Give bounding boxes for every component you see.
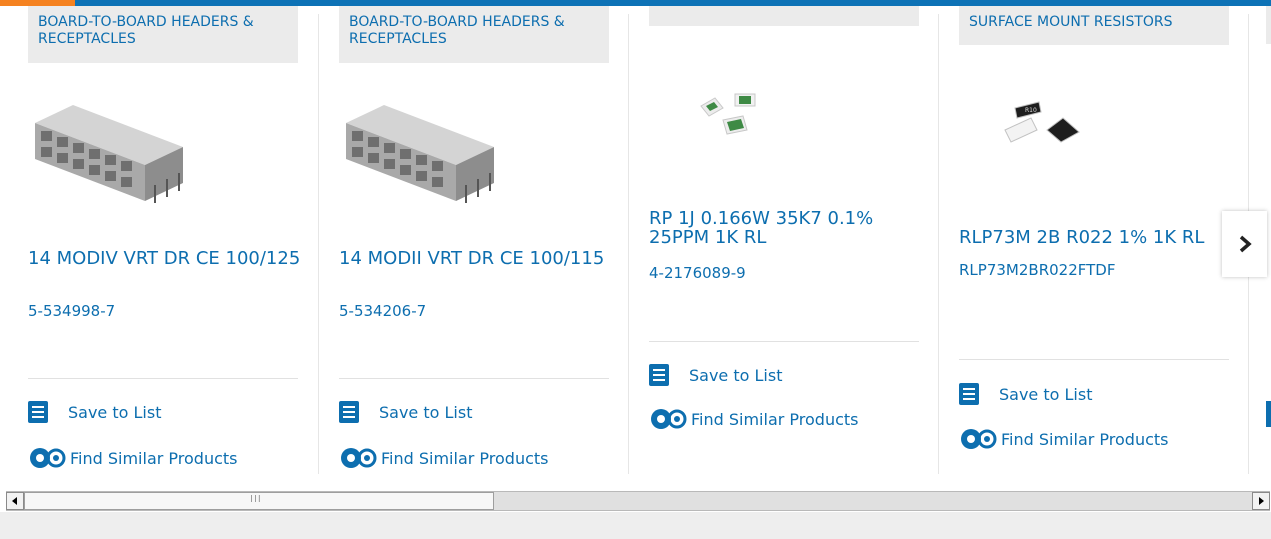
chip-resistor-image[interactable] xyxy=(697,88,767,140)
part-number[interactable]: RLP73M2BR022FTDF xyxy=(959,261,1115,279)
product-title[interactable]: RLP73M 2B R022 1% 1K RL xyxy=(959,228,1237,247)
category-label[interactable]: SURFACE MOUNT RESISTORS xyxy=(959,6,1229,45)
horizontal-scrollbar[interactable]: III xyxy=(6,491,1270,511)
category-label[interactable]: BOARD-TO-BOARD HEADERS & RECEPTACLES xyxy=(339,6,609,63)
product-card-4: SURFACE MOUNT RESISTORS R10 RLP73M 2B R0… xyxy=(959,6,1239,484)
product-title[interactable]: 14 MODIV VRT DR CE 100/125 xyxy=(28,249,306,268)
checklist-icon xyxy=(959,383,979,405)
save-to-list-label: Save to List xyxy=(379,402,473,422)
status-area xyxy=(0,512,1271,539)
checklist-icon xyxy=(649,364,669,386)
part-number[interactable]: 4-2176089-9 xyxy=(649,264,746,282)
gears-icon xyxy=(341,448,377,468)
scrollbar-thumb[interactable]: III xyxy=(24,492,494,510)
arrow-left-icon xyxy=(12,497,17,505)
part-number[interactable]: 5-534206-7 xyxy=(339,302,426,320)
svg-text:R10: R10 xyxy=(1025,107,1037,114)
card-separator xyxy=(28,378,298,379)
find-similar-button[interactable]: Find Similar Products xyxy=(28,445,238,471)
product-card-1: BOARD-TO-BOARD HEADERS & RECEPTACLES 14 … xyxy=(28,6,308,484)
find-similar-label: Find Similar Products xyxy=(1001,429,1169,449)
card-separator xyxy=(339,378,609,379)
product-carousel: BOARD-TO-BOARD HEADERS & RECEPTACLES 14 … xyxy=(0,6,1271,488)
save-to-list-button[interactable]: Save to List xyxy=(339,399,472,425)
save-to-list-button[interactable]: Save to List xyxy=(959,381,1092,407)
save-to-list-label: Save to List xyxy=(68,402,162,422)
next-card-peek-icon xyxy=(1266,401,1271,427)
find-similar-button[interactable]: Find Similar Products xyxy=(959,426,1169,452)
header-connector-image[interactable] xyxy=(33,101,193,206)
find-similar-button[interactable]: Find Similar Products xyxy=(339,445,549,471)
gears-icon xyxy=(651,409,687,429)
card-separator xyxy=(959,359,1229,360)
card-divider xyxy=(628,14,629,474)
chevron-right-icon xyxy=(1239,235,1252,253)
part-number[interactable]: 5-534998-7 xyxy=(28,302,115,320)
category-label[interactable] xyxy=(649,6,919,26)
product-title[interactable]: 14 MODII VRT DR CE 100/115 xyxy=(339,249,617,268)
next-card-peek xyxy=(1266,6,1271,44)
header-connector-image[interactable] xyxy=(344,101,504,206)
find-similar-label: Find Similar Products xyxy=(691,409,859,429)
card-divider xyxy=(318,14,319,474)
save-to-list-label: Save to List xyxy=(999,384,1093,404)
card-separator xyxy=(649,341,919,342)
checklist-icon xyxy=(28,401,48,423)
category-label[interactable]: BOARD-TO-BOARD HEADERS & RECEPTACLES xyxy=(28,6,298,63)
find-similar-label: Find Similar Products xyxy=(70,448,238,468)
save-to-list-label: Save to List xyxy=(689,365,783,385)
arrow-right-icon xyxy=(1259,497,1264,505)
scroll-left-button[interactable] xyxy=(6,492,24,510)
find-similar-button[interactable]: Find Similar Products xyxy=(649,406,859,432)
scroll-right-button[interactable] xyxy=(1252,492,1270,510)
checklist-icon xyxy=(339,401,359,423)
product-card-2: BOARD-TO-BOARD HEADERS & RECEPTACLES 14 … xyxy=(339,6,619,484)
gears-icon xyxy=(30,448,66,468)
gears-icon xyxy=(961,429,997,449)
product-title[interactable]: RP 1J 0.166W 35K7 0.1% 25PPM 1K RL xyxy=(649,209,927,247)
carousel-next-button[interactable] xyxy=(1222,211,1267,277)
card-divider xyxy=(938,14,939,474)
save-to-list-button[interactable]: Save to List xyxy=(28,399,161,425)
find-similar-label: Find Similar Products xyxy=(381,448,549,468)
scrollbar-grip: III xyxy=(250,494,262,505)
product-card-3: RP 1J 0.166W 35K7 0.1% 25PPM 1K RL 4-217… xyxy=(649,6,929,484)
chip-resistor-image[interactable]: R10 xyxy=(999,100,1089,156)
save-to-list-button[interactable]: Save to List xyxy=(649,362,782,388)
